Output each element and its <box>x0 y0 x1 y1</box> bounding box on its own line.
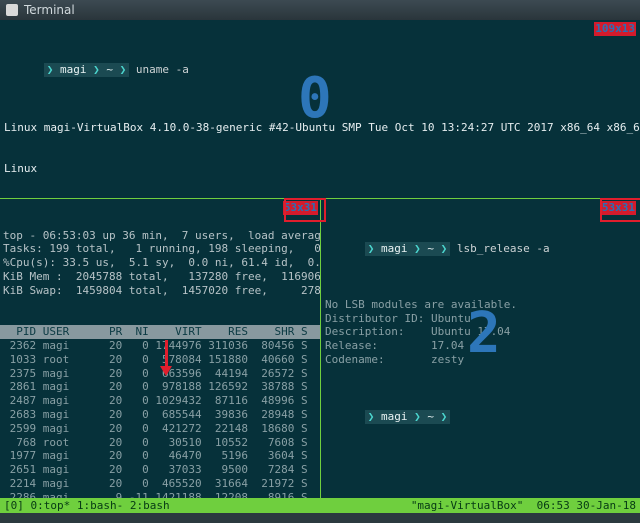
window-titlebar: Terminal <box>0 0 640 21</box>
process-row: 1977 magi 20 0 46470 5196 3604 S 0.3 <box>0 449 320 463</box>
pane-size-label: 109x13 <box>594 22 636 36</box>
prompt-segment: ❯ magi ❯ ~ ❯ <box>365 410 451 424</box>
pane-right[interactable]: ❯ magi ❯ ~ ❯ lsb_release -a No LSB modul… <box>321 199 640 498</box>
pane-number: 0 <box>298 92 332 106</box>
prompt-segment: ❯ magi ❯ ~ ❯ <box>365 242 451 256</box>
process-row: 2487 magi 20 0 1029432 87116 48996 S 1.7 <box>0 394 320 408</box>
output-line: Linux <box>0 162 640 176</box>
app-icon <box>6 4 18 16</box>
top-summary-line: Tasks: 199 total, 1 running, 198 sleepin… <box>3 242 317 256</box>
window-title: Terminal <box>24 3 75 17</box>
tmux-statusbar[interactable]: [0] 0:top* 1:bash- 2:bash "magi-VirtualB… <box>0 498 640 513</box>
session-indicator: [0] <box>4 498 24 513</box>
process-row: 2362 magi 20 0 1744976 311036 80456 S 55… <box>0 339 320 353</box>
process-row: 2683 magi 20 0 685544 39836 28948 S 1.0 <box>0 408 320 422</box>
pane-size-label: 53x31 <box>601 201 636 215</box>
process-row: 2214 magi 20 0 465520 31664 21972 S 0.3 <box>0 477 320 491</box>
pane-left[interactable]: top - 06:53:03 up 36 min, 7 users, load … <box>0 199 320 498</box>
process-row: 768 root 20 0 30510 10552 7608 S 0.3 <box>0 436 320 450</box>
process-row: 2651 magi 20 0 37033 9500 7284 S 0.3 <box>0 463 320 477</box>
pane-top[interactable]: ❯ magi ❯ ~ ❯ uname -a Linux magi-Virtual… <box>0 20 640 198</box>
top-summary-line: KiB Swap: 1459804 total, 1457020 free, 2… <box>3 284 317 298</box>
process-row: 2861 magi 20 0 978188 126592 38788 S 2.7 <box>0 380 320 394</box>
status-clock: 06:53 30-Jan-18 <box>537 499 636 512</box>
process-row: 2286 magi 9 -11 1421188 12208 8916 S 0.3 <box>0 491 320 498</box>
window-list[interactable]: 0:top* 1:bash- 2:bash <box>31 498 170 513</box>
pane-number: 2 <box>467 327 501 341</box>
pane-size-label: 53x31 <box>283 201 318 215</box>
command-text: uname -a <box>136 63 189 76</box>
prompt-segment: ❯ magi ❯ ~ ❯ <box>44 63 130 77</box>
process-row: 2375 magi 20 0 663596 44194 26572 S 3.7 <box>0 367 320 381</box>
status-host: "magi-VirtualBox" <box>411 499 524 512</box>
top-summary-line: top - 06:53:03 up 36 min, 7 users, load … <box>3 229 317 243</box>
process-row: 2599 magi 20 0 421272 22148 18680 S 0.7 <box>0 422 320 436</box>
top-summary-line: %Cpu(s): 33.5 us, 5.1 sy, 0.0 ni, 61.4 i… <box>3 256 317 270</box>
tmux-area: ❯ magi ❯ ~ ❯ uname -a Linux magi-Virtual… <box>0 20 640 513</box>
process-row: 1033 root 20 0 578084 151880 40660 S 13.… <box>0 353 320 367</box>
top-header: PID USER PR NI VIRT RES SHR S %CPU <box>0 325 320 339</box>
top-summary-line: KiB Mem : 2045788 total, 137280 free, 11… <box>3 270 317 284</box>
command-text: lsb_release -a <box>457 242 550 255</box>
